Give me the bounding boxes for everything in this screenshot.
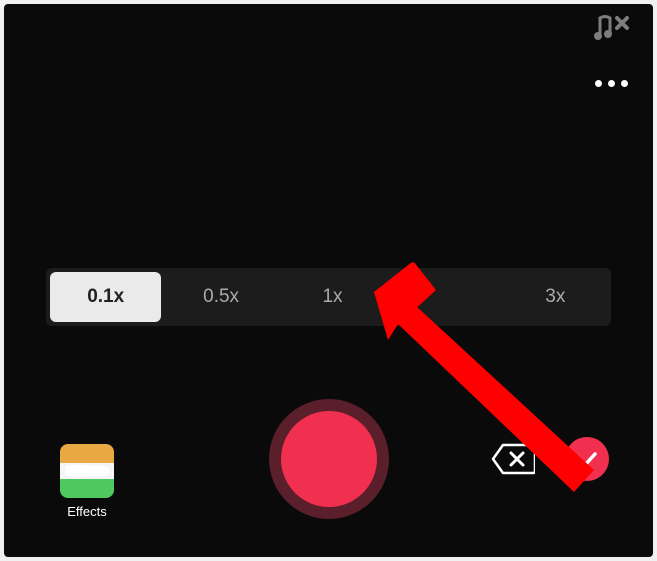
checkmark-icon	[574, 446, 600, 472]
speed-option-4[interactable]: 3x	[500, 268, 611, 326]
speed-option-1[interactable]: 0.5x	[165, 268, 276, 326]
effects-thumbnail-icon	[60, 444, 114, 498]
bottom-controls: Effects	[4, 397, 653, 537]
speed-option-3[interactable]	[388, 268, 499, 326]
effects-button[interactable]: Effects	[60, 444, 114, 519]
speed-selector: 0.1x 0.5x 1x 3x	[46, 268, 611, 326]
more-options-icon[interactable]	[595, 80, 628, 87]
delete-clip-button[interactable]	[491, 443, 535, 475]
record-button[interactable]	[269, 399, 389, 519]
effects-label: Effects	[67, 504, 107, 519]
speed-option-2[interactable]: 1x	[277, 268, 388, 326]
camera-screen: 0.1x 0.5x 1x 3x Effects	[4, 4, 653, 557]
speed-option-0[interactable]: 0.1x	[50, 272, 161, 322]
sound-edit-icon[interactable]	[593, 12, 629, 44]
confirm-button[interactable]	[565, 437, 609, 481]
top-right-controls	[593, 12, 629, 87]
record-inner-icon	[281, 411, 377, 507]
